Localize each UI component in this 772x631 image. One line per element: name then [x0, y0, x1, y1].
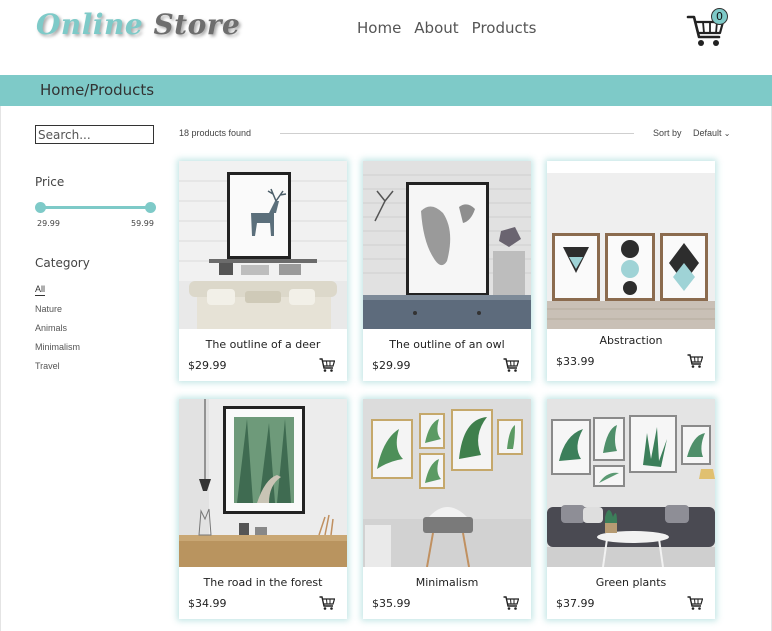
category-animals[interactable]: Animals [35, 323, 67, 333]
product-card[interactable]: Minimalism $35.99 [363, 399, 531, 619]
search-input[interactable] [35, 125, 154, 144]
logo-word-store: Store [153, 8, 241, 41]
sort-label: Sort by [653, 128, 682, 138]
product-price: $33.99 [556, 355, 595, 368]
price-min-label: 29.99 [37, 219, 60, 228]
product-price: $37.99 [556, 597, 595, 610]
product-card[interactable]: The road in the forest $34.99 [179, 399, 347, 619]
sort-select-value: Default [693, 128, 722, 138]
category-all[interactable]: All [35, 284, 46, 296]
nav-about-link[interactable]: About [414, 19, 458, 37]
price-slider-min-handle[interactable] [35, 202, 46, 213]
price-slider-max-handle[interactable] [145, 202, 156, 213]
product-card[interactable]: The outline of an owl $29.99 [363, 161, 531, 381]
category-nature[interactable]: Nature [35, 304, 62, 314]
add-to-cart-icon[interactable] [687, 354, 703, 368]
product-image-deer [179, 161, 347, 329]
nav-home-link[interactable]: Home [357, 19, 401, 37]
product-price: $34.99 [188, 597, 227, 610]
product-price: $29.99 [372, 359, 411, 372]
product-name[interactable]: Abstraction [547, 334, 715, 347]
logo-word-online: Online [36, 8, 144, 41]
add-to-cart-icon[interactable] [503, 358, 519, 372]
product-name[interactable]: The outline of an owl [363, 338, 531, 351]
product-name[interactable]: Minimalism [363, 576, 531, 589]
header: Online Store Home About Products 0 [0, 0, 772, 75]
nav-products-link[interactable]: Products [472, 19, 537, 37]
logo[interactable]: Online Store [36, 8, 240, 41]
category-travel[interactable]: Travel [35, 361, 60, 371]
product-image-abstraction [547, 161, 715, 329]
price-max-label: 59.99 [131, 219, 154, 228]
product-name[interactable]: The outline of a deer [179, 338, 347, 351]
cart-count-badge: 0 [711, 8, 728, 25]
price-slider-track[interactable] [40, 206, 150, 209]
product-price: $35.99 [372, 597, 411, 610]
price-filter-title: Price [35, 175, 65, 189]
breadcrumb-bar: Home/Products [0, 75, 772, 106]
add-to-cart-icon[interactable] [503, 596, 519, 610]
chevron-down-icon: ⌄ [721, 129, 731, 138]
products-found-count: 18 products found [179, 128, 252, 138]
product-image-forest-road [179, 399, 347, 567]
breadcrumb: Home/Products [40, 81, 155, 99]
product-card[interactable]: The outline of a deer $29.99 [179, 161, 347, 381]
product-price: $29.99 [188, 359, 227, 372]
sort-select[interactable]: Default ⌄ [693, 128, 730, 138]
category-minimalism[interactable]: Minimalism [35, 342, 80, 352]
product-name[interactable]: The road in the forest [179, 576, 347, 589]
product-name[interactable]: Green plants [547, 576, 715, 589]
add-to-cart-icon[interactable] [687, 596, 703, 610]
product-image-green-plants [547, 399, 715, 567]
main-nav: Home About Products [357, 19, 536, 37]
product-image-minimalism [363, 399, 531, 567]
product-card[interactable]: Green plants $37.99 [547, 399, 715, 619]
product-image-owl [363, 161, 531, 329]
add-to-cart-icon[interactable] [319, 596, 335, 610]
add-to-cart-icon[interactable] [319, 358, 335, 372]
product-card[interactable]: Abstraction $33.99 [547, 161, 715, 381]
category-filter-title: Category [35, 256, 90, 270]
toolbar-divider [280, 133, 634, 134]
